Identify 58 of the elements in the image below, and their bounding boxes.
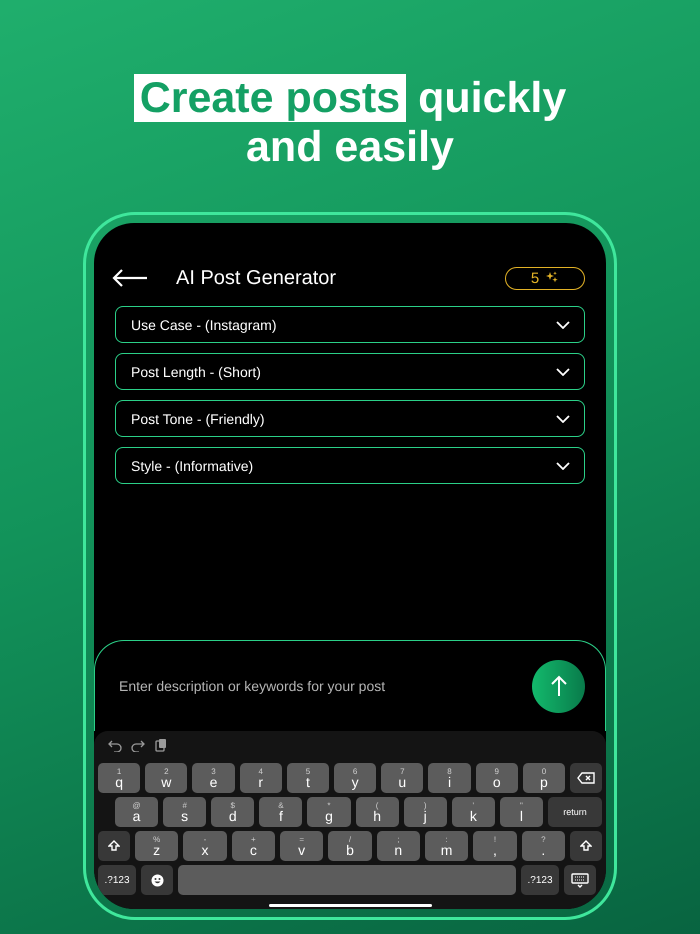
keyboard-key[interactable]: 0 p [522,763,566,793]
keyboard-key[interactable]: 8 i [428,763,471,793]
keyboard-key[interactable]: ! , [473,831,517,861]
dropdown[interactable]: Use Case - (Instagram) [115,306,585,343]
shift-icon [108,840,120,852]
headline: Create posts quickly and easily [115,74,585,172]
keyboard-key[interactable]: & f [259,797,302,827]
keyboard-key[interactable]: 4 r [240,763,282,793]
keyboard-key[interactable]: ; n [376,831,420,861]
dropdown[interactable]: Style - (Informative) [115,447,585,484]
keyboard-key[interactable]: 1 q [98,763,140,793]
keyboard-key[interactable]: 7 u [381,763,424,793]
keyboard-key[interactable]: ? . [522,831,565,861]
keyboard-key[interactable]: " l [500,797,543,827]
keyboard-key[interactable]: $ d [211,797,254,827]
keyboard-key[interactable]: / b [328,831,372,861]
symbols-key[interactable]: .?123 [98,865,136,895]
undo-icon[interactable] [108,738,122,752]
credits-badge: 5 [505,266,585,290]
shift-key[interactable] [98,831,130,861]
shift-icon [580,840,592,852]
chevron-down-icon [556,320,570,328]
keyboard-key[interactable]: 9 o [476,763,518,793]
emoji-icon [150,874,164,886]
keyboard-hide-icon [571,872,589,888]
arrow-up-icon [550,675,566,697]
screen-title: AI Post Generator [176,266,338,290]
dropdown[interactable]: Post Length - (Short) [115,353,585,390]
keyboard-key[interactable]: ) j [404,797,447,827]
chevron-down-icon [556,414,570,422]
backspace-key[interactable] [570,763,602,793]
keyboard-key[interactable]: + c [232,831,275,861]
chevron-down-icon [556,462,570,470]
description-field[interactable]: Enter description or keywords for your post [117,677,522,695]
keyboard-key[interactable]: 5 t [286,763,330,793]
backspace-icon [577,772,596,784]
dropdown[interactable]: Post Tone - (Friendly) [115,400,585,437]
keyboard-key[interactable]: = v [280,831,324,861]
keyboard-key[interactable]: * g [307,797,351,827]
keyboard-key[interactable]: ' k [452,797,495,827]
emoji-key[interactable] [141,865,173,895]
keyboard-key[interactable]: - x [183,831,227,861]
keyboard-key[interactable]: 6 y [334,763,376,793]
keyboard-key[interactable]: @ a [115,797,158,827]
keyboard-key[interactable]: 2 w [145,763,188,793]
keyboard-key[interactable]: % z [135,831,178,861]
symbols-key[interactable]: .?123 [521,865,559,895]
redo-icon[interactable] [131,738,145,752]
keyboard-key[interactable]: 3 e [192,763,235,793]
hide-key[interactable] [564,865,596,895]
keyboard-key[interactable]: ( h [356,797,399,827]
back-arrow-icon[interactable] [112,268,148,288]
keyboard-key[interactable]: # s [163,797,206,827]
clipboard-icon[interactable] [154,738,168,752]
return-key[interactable]: return [548,797,602,827]
shift-key[interactable] [570,831,602,861]
keyboard-key[interactable]: : m [424,831,468,861]
chevron-down-icon [556,368,570,376]
